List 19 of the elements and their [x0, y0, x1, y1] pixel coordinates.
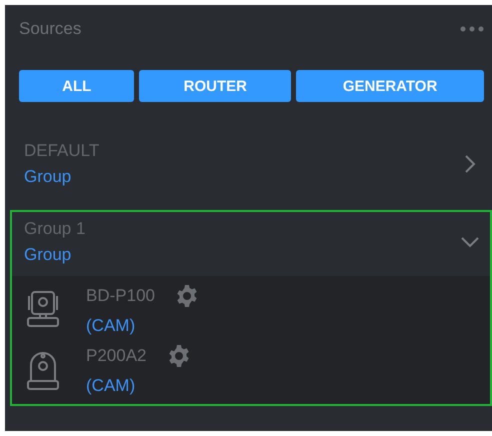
device-name: P200A2 — [86, 346, 146, 366]
filter-button[interactable]: ROUTER — [139, 70, 292, 102]
device-name: BD-P100 — [86, 286, 155, 306]
group-type: Group — [24, 244, 72, 266]
filter-button[interactable]: GENERATOR — [296, 70, 484, 102]
camera-icon — [26, 349, 60, 391]
camera-icon — [26, 290, 60, 330]
panel-title: Sources — [19, 19, 82, 39]
device-type: (CAM) — [86, 376, 136, 396]
settings-icon[interactable] — [174, 284, 199, 308]
group-type: Group — [24, 166, 72, 188]
group-name: DEFAULT — [24, 140, 100, 162]
device-type: (CAM) — [86, 316, 136, 336]
more-icon[interactable] — [460, 26, 484, 32]
group-item[interactable]: Group 1 Group BD-P100 (CAM) P200A2 (CAM) — [10, 210, 492, 406]
settings-icon[interactable] — [166, 344, 190, 368]
group-item[interactable]: DEFAULT Group — [10, 132, 492, 200]
group-name: Group 1 — [24, 218, 86, 240]
filter-button[interactable]: ALL — [19, 70, 134, 102]
